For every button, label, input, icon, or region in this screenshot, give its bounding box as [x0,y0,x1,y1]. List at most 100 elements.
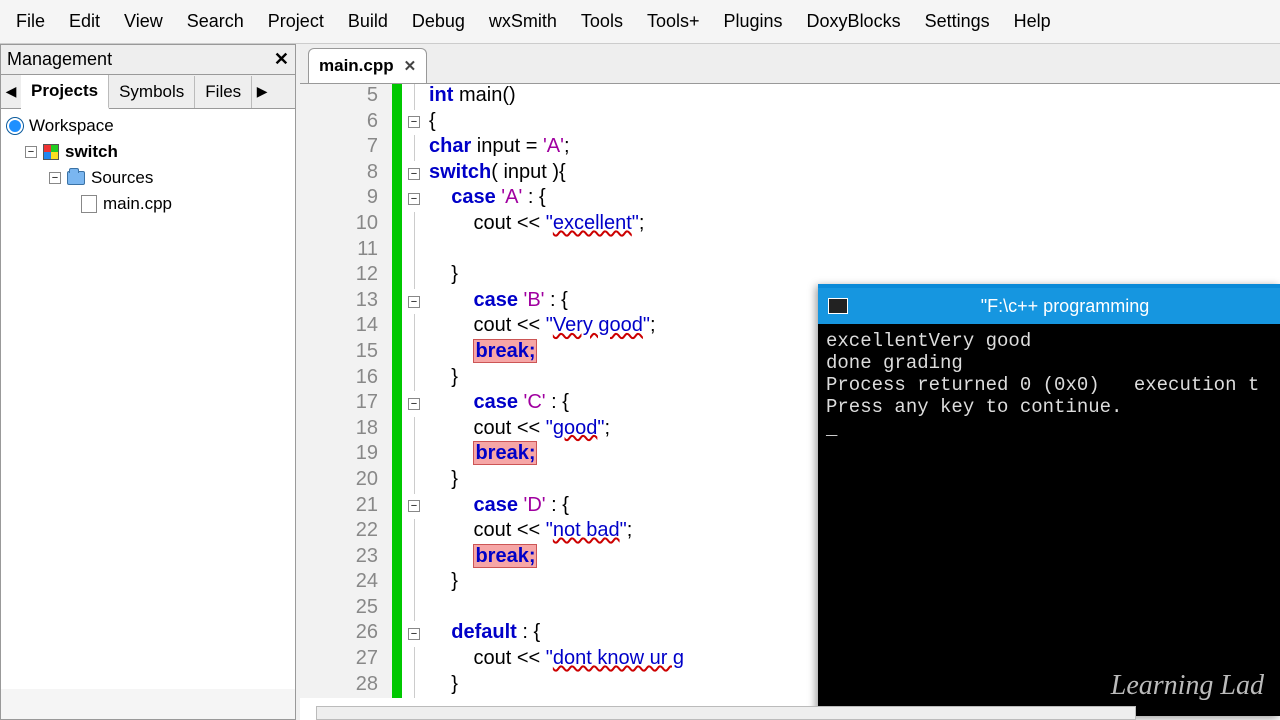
code-text [426,238,429,264]
menu-help[interactable]: Help [1002,5,1063,38]
code-text: case 'A' : { [426,186,546,212]
management-tabs: ◀ Projects Symbols Files ▶ [1,75,295,109]
project-tree[interactable]: Workspace − switch − Sources main.cpp [1,109,295,689]
management-titlebar: Management ✕ [1,45,295,75]
code-text: cout << "good"; [426,417,610,443]
code-text: switch( input ){ [426,161,566,187]
code-text: break; [426,442,537,468]
code-text: { [426,110,436,136]
tab-close-icon[interactable]: ✕ [404,57,417,75]
code-text: char input = 'A'; [426,135,570,161]
line-number: 7 [300,135,392,161]
line-number: 27 [300,647,392,673]
console-titlebar[interactable]: "F:\c++ programming [818,288,1280,324]
fold-box-icon[interactable]: − [408,398,420,410]
fold-box-icon[interactable]: − [408,193,420,205]
menu-project[interactable]: Project [256,5,336,38]
editor-tab-main[interactable]: main.cpp ✕ [308,48,427,83]
line-number: 26 [300,621,392,647]
menu-file[interactable]: File [4,5,57,38]
tree-label: Sources [91,165,153,191]
code-text: cout << "excellent"; [426,212,644,238]
tree-label: Workspace [29,113,114,139]
menu-view[interactable]: View [112,5,175,38]
line-number: 11 [300,238,392,264]
fold-box-icon[interactable]: − [408,168,420,180]
fold-box-icon[interactable]: − [408,500,420,512]
line-number: 10 [300,212,392,238]
tree-sources[interactable]: − Sources [3,165,293,191]
code-text: cout << "dont know ur g [426,647,684,673]
tree-workspace[interactable]: Workspace [3,113,293,139]
line-number: 8 [300,161,392,187]
fold-gutter [402,84,426,110]
tree-file[interactable]: main.cpp [3,191,293,217]
code-text: } [426,263,458,289]
tree-toggle-icon[interactable]: − [25,146,37,158]
tab-symbols[interactable]: Symbols [109,76,195,108]
code-text: } [426,570,458,596]
menu-search[interactable]: Search [175,5,256,38]
management-panel: Management ✕ ◀ Projects Symbols Files ▶ … [0,44,296,720]
fold-box-icon[interactable]: − [408,296,420,308]
fold-box-icon[interactable]: − [408,628,420,640]
menu-doxyblocks[interactable]: DoxyBlocks [795,5,913,38]
console-icon [828,298,848,314]
line-number: 20 [300,468,392,494]
menu-toolsplus[interactable]: Tools+ [635,5,712,38]
code-text: case 'C' : { [426,391,569,417]
close-icon[interactable]: ✕ [274,49,289,70]
code-text: } [426,673,458,699]
tree-label: switch [65,139,118,165]
menu-wxsmith[interactable]: wxSmith [477,5,569,38]
menu-edit[interactable]: Edit [57,5,112,38]
line-number: 14 [300,314,392,340]
watermark: Learning Lad [1111,670,1264,702]
fold-gutter[interactable]: − [402,110,426,136]
console-title: "F:\c++ programming [860,296,1270,317]
code-text: default : { [426,621,540,647]
line-number: 15 [300,340,392,366]
editor-tabs: main.cpp ✕ [300,44,1280,84]
code-text: } [426,468,458,494]
line-number: 17 [300,391,392,417]
code-text: case 'B' : { [426,289,568,315]
line-number: 19 [300,442,392,468]
file-icon [81,195,97,213]
menu-settings[interactable]: Settings [913,5,1002,38]
tab-projects[interactable]: Projects [21,75,109,109]
line-number: 28 [300,673,392,699]
line-number: 24 [300,570,392,596]
menu-debug[interactable]: Debug [400,5,477,38]
menubar: File Edit View Search Project Build Debu… [0,0,1280,44]
editor-tab-label: main.cpp [319,56,394,76]
tree-toggle-icon[interactable]: − [49,172,61,184]
horizontal-scrollbar[interactable] [316,706,1136,720]
fold-box-icon[interactable]: − [408,116,420,128]
menu-tools[interactable]: Tools [569,5,635,38]
code-text [426,596,429,622]
line-number: 21 [300,494,392,520]
tree-project[interactable]: − switch [3,139,293,165]
folder-icon [67,171,85,185]
workspace-icon [7,118,23,134]
line-number: 13 [300,289,392,315]
line-number: 5 [300,84,392,110]
code-text: cout << "Very good"; [426,314,656,340]
tabs-scroll-left-icon[interactable]: ◀ [1,83,21,100]
line-number: 23 [300,545,392,571]
menu-plugins[interactable]: Plugins [712,5,795,38]
project-icon [43,144,59,160]
line-number: 22 [300,519,392,545]
menu-build[interactable]: Build [336,5,400,38]
tab-files[interactable]: Files [195,76,252,108]
line-number: 16 [300,366,392,392]
console-window[interactable]: "F:\c++ programming excellentVery good d… [818,284,1280,716]
code-text: case 'D' : { [426,494,569,520]
code-text: } [426,366,458,392]
tabs-scroll-right-icon[interactable]: ▶ [252,83,272,100]
code-text: cout << "not bad"; [426,519,632,545]
change-marker [392,84,402,110]
code-text: break; [426,340,537,366]
management-title: Management [7,49,112,70]
